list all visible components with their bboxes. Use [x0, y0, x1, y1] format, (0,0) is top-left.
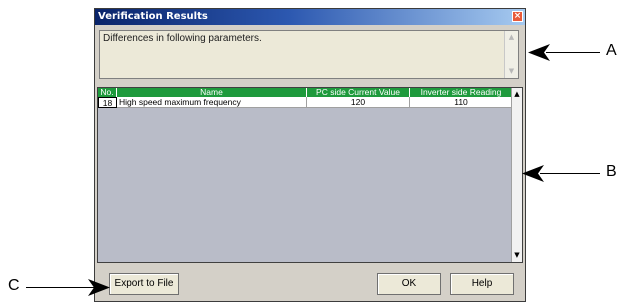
cell-inverter-value: 110	[410, 97, 513, 108]
callout-c-arrow-icon	[88, 279, 110, 296]
callout-a-label: A	[606, 42, 617, 59]
title-bar: Verification Results ×	[95, 9, 525, 25]
cell-name: High speed maximum frequency	[117, 97, 307, 108]
message-text: Differences in following parameters.	[103, 33, 262, 44]
callout-a-arrow-icon	[528, 44, 550, 61]
table-row[interactable]: 18 High speed maximum frequency 120 110	[98, 97, 513, 108]
dialog-title: Verification Results	[98, 11, 208, 22]
column-header-inverter-value: Inverter side Reading	[410, 88, 513, 97]
callout-c-label: C	[8, 277, 20, 294]
export-to-file-button[interactable]: Export to File	[109, 273, 179, 295]
column-header-name: Name	[117, 88, 307, 97]
message-scrollbar[interactable]: ▲ ▼	[504, 31, 518, 78]
ok-button[interactable]: OK	[377, 273, 441, 295]
callout-b-label: B	[606, 163, 617, 180]
table-header: No. Name PC side Current Value Inverter …	[98, 88, 513, 97]
scroll-down-icon[interactable]: ▼	[505, 65, 518, 78]
column-header-no: No.	[98, 88, 117, 97]
help-button[interactable]: Help	[450, 273, 514, 295]
results-table: No. Name PC side Current Value Inverter …	[97, 87, 523, 263]
cell-no: 18	[98, 97, 117, 108]
callout-a-line	[546, 52, 600, 53]
scroll-up-icon[interactable]: ▲	[505, 31, 518, 44]
column-header-pc-value: PC side Current Value	[307, 88, 410, 97]
scroll-down-icon[interactable]: ▼	[512, 249, 522, 262]
callout-b-arrow-icon	[522, 165, 544, 182]
table-scrollbar[interactable]: ▲ ▼	[511, 88, 522, 262]
cell-pc-value: 120	[307, 97, 410, 108]
callout-b-line	[540, 173, 600, 174]
verification-results-dialog: Verification Results × Differences in fo…	[94, 8, 526, 302]
message-box: Differences in following parameters. ▲ ▼	[99, 30, 519, 79]
close-button[interactable]: ×	[512, 11, 523, 22]
scroll-up-icon[interactable]: ▲	[512, 88, 522, 101]
callout-c-line	[26, 287, 96, 288]
